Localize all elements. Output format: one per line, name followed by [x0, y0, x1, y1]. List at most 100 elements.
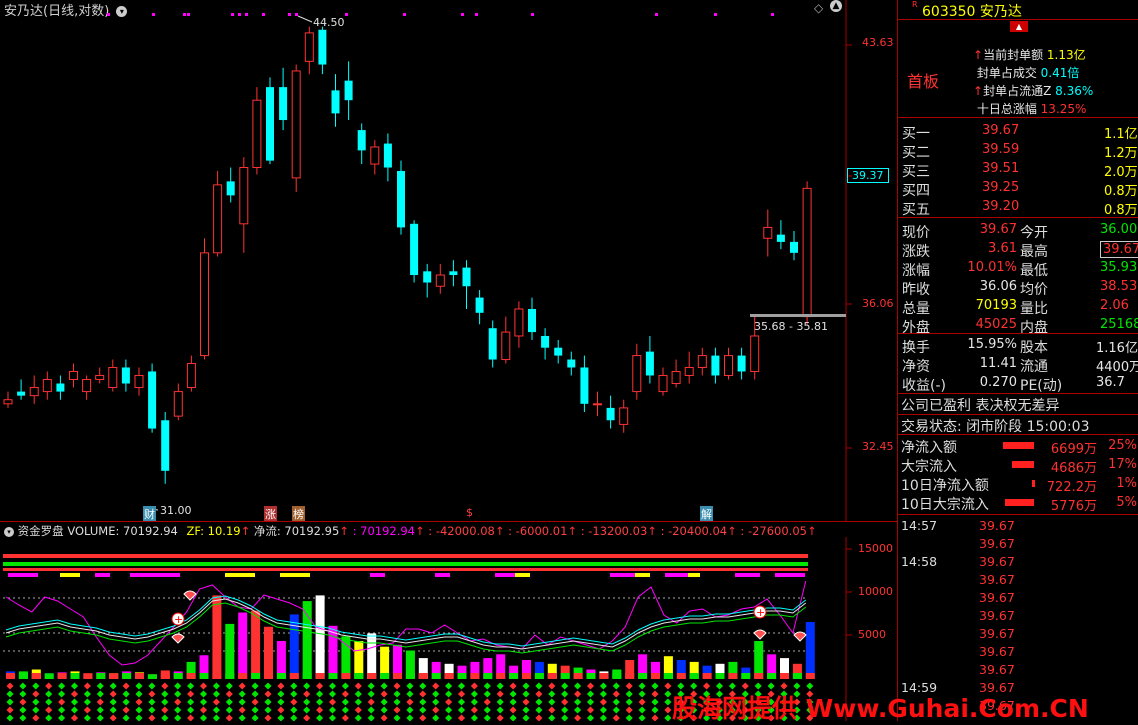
axis-label-32-45: 32.45 — [862, 440, 894, 453]
diamond-marker — [122, 706, 130, 714]
diamond-marker — [303, 706, 311, 714]
diamond-marker — [174, 682, 182, 690]
diamond-marker — [406, 706, 414, 714]
marker-zhang[interactable]: 涨 — [264, 506, 277, 522]
chart-divider[interactable] — [0, 521, 897, 522]
diamond-marker — [445, 706, 453, 714]
quote-row: 现价 39.67 今开 36.00 — [898, 222, 1138, 241]
volume-cap — [547, 673, 557, 679]
signal-dot — [245, 13, 248, 16]
stock-name[interactable]: 安乃达 — [980, 4, 1022, 20]
marker-jie[interactable]: 解 — [700, 506, 713, 522]
diamond-marker — [187, 706, 195, 714]
diamond-marker — [548, 690, 556, 698]
signal-block — [95, 573, 110, 577]
indicator-name[interactable]: 资金罗盘 — [18, 524, 64, 538]
signal-dot — [714, 13, 717, 16]
order-book-row[interactable]: 买一 39.67 1.1亿 — [898, 123, 1138, 142]
signal-stripe — [3, 562, 808, 566]
quote-value-2: 35.93 — [1100, 260, 1138, 275]
quote-value: 10.01% — [967, 260, 1017, 275]
candle-body — [134, 374, 144, 389]
diamond-marker — [328, 682, 337, 690]
quote-label-2: 最低 — [1020, 263, 1048, 279]
chevron-down-icon[interactable]: ▾ — [4, 527, 14, 537]
quote-value-2: 2.06 — [1100, 298, 1129, 313]
diamond-marker — [496, 682, 504, 690]
tick-price: 39.67 — [979, 608, 1015, 623]
order-book-row[interactable]: 买二 39.59 1.2万 — [898, 142, 1138, 161]
diamond-marker — [612, 714, 620, 721]
diamond-marker — [509, 690, 517, 698]
diamond-marker — [6, 698, 14, 706]
order-book-row[interactable]: 买五 39.20 0.8万 — [898, 199, 1138, 218]
candle-body — [514, 308, 524, 337]
volume-cap — [805, 673, 815, 679]
indicator-jl: 净流: 70192.95 — [253, 524, 340, 538]
diamond-marker — [122, 682, 130, 690]
marker-bang[interactable]: 榜 — [292, 506, 305, 522]
diamond-marker — [6, 706, 14, 714]
order-label: 买一 — [902, 126, 930, 142]
signal-dot — [403, 13, 406, 16]
stock-code[interactable]: 603350 — [922, 4, 975, 20]
diamond-marker — [83, 698, 91, 706]
order-book-row[interactable]: 买三 39.51 2.0万 — [898, 161, 1138, 180]
main-candle-chart[interactable] — [0, 0, 897, 522]
diamond-marker — [470, 698, 478, 706]
marker-cai[interactable]: 财 — [143, 506, 156, 522]
flow-label: 10日大宗流入 — [901, 497, 989, 513]
flow-label: 大宗流入 — [901, 459, 957, 475]
signal-dot — [183, 13, 186, 16]
quote-row: 收益(-) 0.270 PE(动) 36.7 — [898, 375, 1138, 394]
diamond-marker — [574, 714, 582, 721]
volume-cap — [18, 673, 28, 679]
diamond-marker — [522, 714, 530, 721]
signal-dot — [345, 13, 348, 16]
volume-cap — [792, 673, 802, 679]
volume-cap — [341, 673, 351, 679]
diamond-marker — [483, 682, 491, 690]
volume-cap — [780, 673, 789, 679]
quote-value: 15.95% — [967, 337, 1017, 352]
diamond-marker — [406, 690, 414, 698]
volume-cap — [251, 673, 261, 679]
order-book-row[interactable]: 买四 39.25 0.8万 — [898, 180, 1138, 199]
indicator-v5: : -20400.04 — [660, 524, 728, 538]
diamond-marker — [406, 682, 414, 690]
diamond-marker — [161, 698, 169, 706]
order-price: 39.20 — [982, 199, 1020, 214]
current-price-tag: 39.37 — [847, 168, 889, 183]
diamond-marker — [638, 714, 646, 721]
diamond-marker — [19, 706, 27, 714]
volume-cap — [573, 673, 583, 679]
diamond-marker — [651, 714, 659, 721]
diamond-marker — [290, 714, 298, 721]
quote-label-2: PE(动) — [1020, 378, 1063, 394]
volume-cap — [767, 673, 777, 679]
diamond-marker — [496, 698, 504, 706]
diamond-marker — [225, 706, 233, 714]
diamond-marker — [354, 682, 362, 690]
volume-cap — [315, 673, 325, 679]
diamond-marker — [96, 690, 104, 698]
indicator-volume: VOLUME: 70192.94 — [67, 524, 178, 538]
marker-dollar[interactable]: $ — [466, 506, 473, 519]
diamond-marker — [367, 682, 375, 690]
quote-label: 换手 — [902, 340, 930, 356]
candle-body — [252, 99, 262, 169]
diamond-marker — [354, 714, 362, 721]
candle-body — [580, 367, 589, 404]
expand-icon[interactable]: ▲ — [1010, 21, 1028, 32]
volume-bar — [264, 626, 273, 679]
diamond-marker — [328, 714, 337, 721]
tick-price: 39.67 — [979, 554, 1015, 569]
volume-cap — [302, 673, 312, 679]
diamond-marker — [509, 706, 517, 714]
diamond-marker — [264, 714, 272, 721]
diamond-marker — [522, 706, 530, 714]
ma-line — [5, 595, 807, 647]
diamond-marker — [96, 714, 104, 721]
flow-pct: 5% — [1116, 495, 1137, 510]
signal-block — [610, 573, 635, 577]
